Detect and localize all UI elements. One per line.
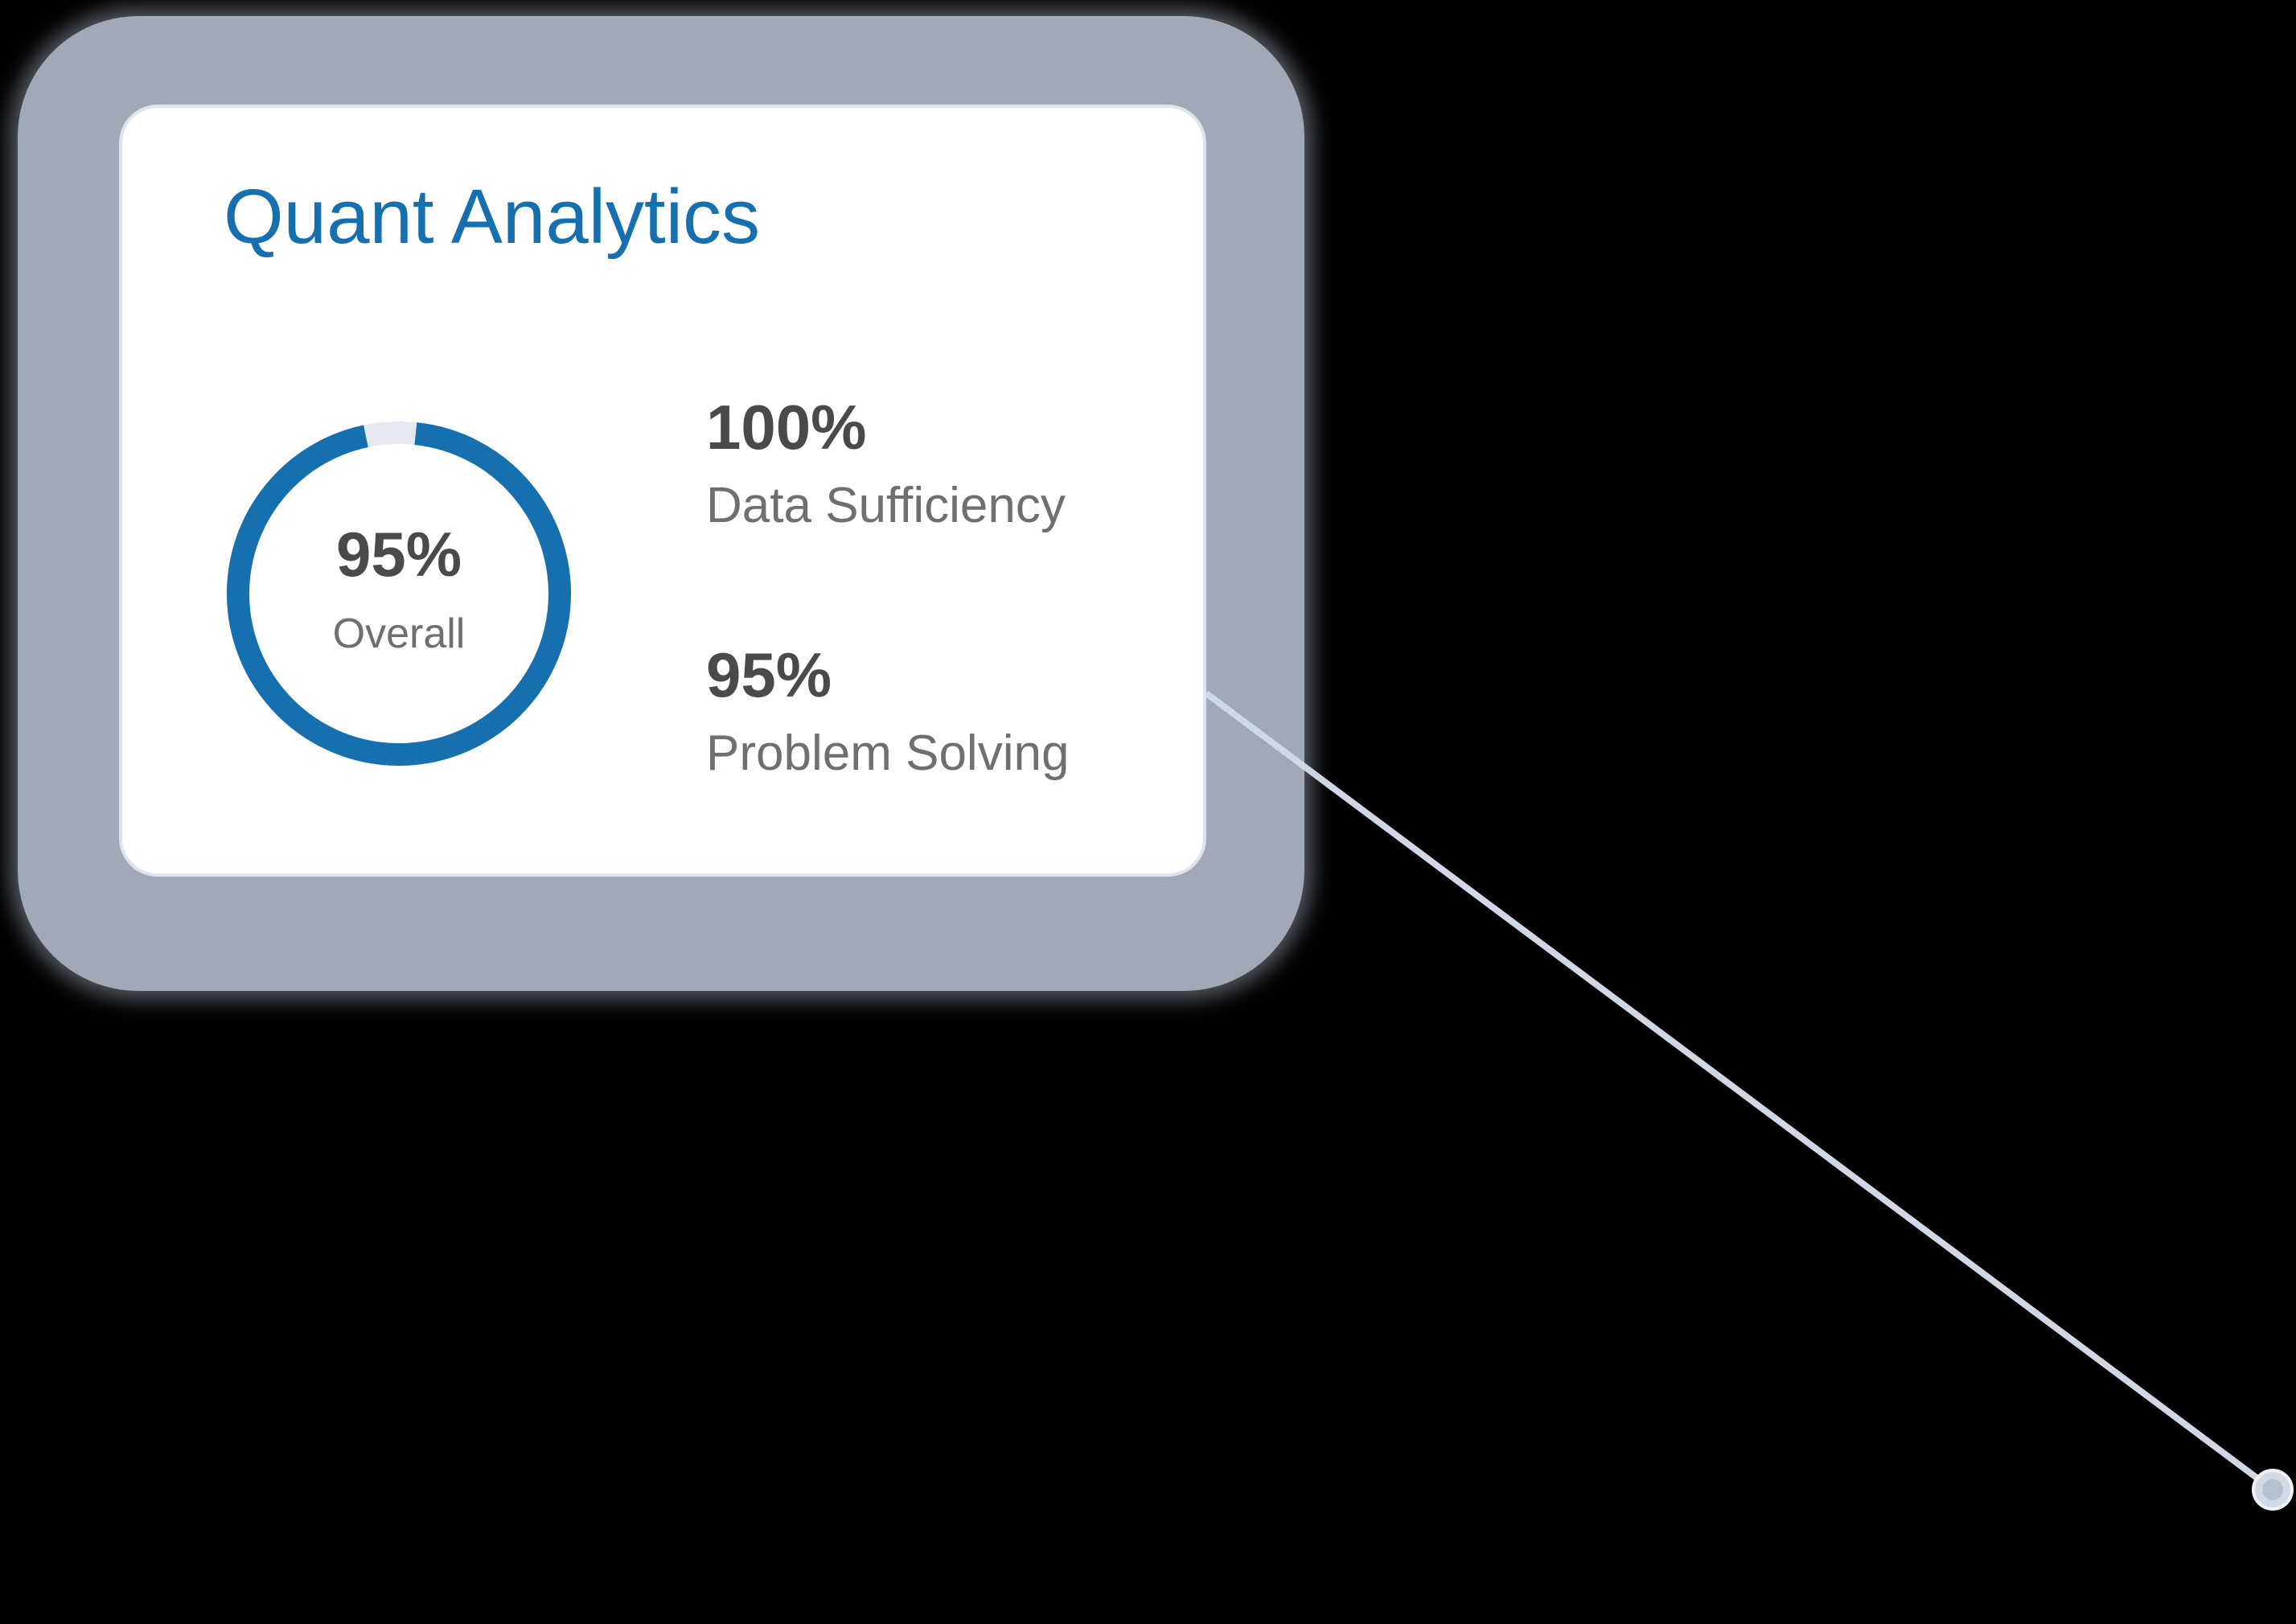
stat-value: 95%	[706, 639, 832, 710]
stat-label: Data Sufficiency	[706, 478, 1066, 533]
quant-analytics-card: Quant Analytics 95% Overall 100% Data Su…	[119, 105, 1206, 877]
overall-value: 95%	[335, 519, 462, 590]
card-title: Quant Analytics	[224, 174, 761, 260]
stat-label: Problem Solving	[706, 726, 1070, 781]
overall-label: Overall	[332, 611, 466, 657]
overall-score: 95% Overall	[222, 417, 576, 771]
stat-data-sufficiency: 100% Data Sufficiency	[706, 396, 1066, 531]
connector-stroke	[1204, 690, 2275, 1493]
stat-problem-solving: 95% Problem Solving	[706, 643, 1069, 779]
stat-value: 100%	[706, 392, 867, 463]
connector-end-dot-core	[2262, 1479, 2283, 1500]
